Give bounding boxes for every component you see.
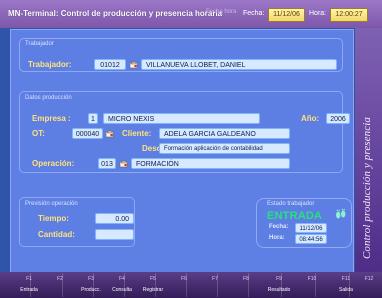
fkey-f9-desc[interactable]: Resultado: [262, 287, 296, 293]
cantidad-field[interactable]: [95, 229, 134, 240]
ot-lookup-icon[interactable]: [105, 129, 115, 139]
cliente-field: ADELA GARCIA GALDEANO: [159, 128, 290, 139]
time-label: Hora:: [309, 10, 327, 17]
fkey-f4[interactable]: F4: [108, 276, 136, 282]
trabajador-group: Trabajador Trabajador: 01012 VILLANUEVA …: [19, 38, 343, 72]
fkey-f1-desc[interactable]: Entrada: [12, 287, 46, 293]
trabajador-group-title: Trabajador: [25, 41, 54, 47]
empresa-code-field[interactable]: 1: [88, 113, 98, 124]
empresa-label: Empresa :: [32, 114, 71, 123]
worker-lookup-icon[interactable]: [129, 60, 139, 70]
estado-trabajador-box: Estado trabajador ENTRADA Fecha: 11/12/0…: [256, 198, 352, 248]
fkey-f3-desc[interactable]: Producc.: [74, 287, 108, 293]
fkey-f5-desc[interactable]: Registrar: [136, 287, 170, 293]
ot-field[interactable]: 000040: [72, 128, 103, 139]
fkey-f5[interactable]: F5: [139, 276, 167, 282]
title-ghost-text: Fecha hora: [206, 9, 237, 15]
worker-name-field: VILLANUEVA LLOBET, DANIEL: [141, 59, 337, 70]
prevision-operacion-title: Previsión operación: [25, 201, 78, 207]
cantidad-label: Cantidad:: [38, 230, 75, 239]
tiempo-field[interactable]: 0.00: [95, 213, 134, 224]
status-time-value: 08:44:56: [295, 234, 327, 244]
side-label: Control producción y presencia: [361, 116, 373, 259]
operacion-lookup-icon[interactable]: [119, 159, 129, 169]
operacion-label: Operación:: [32, 159, 75, 168]
fkey-f9[interactable]: F9: [265, 276, 293, 282]
status-date-value: 11/12/06: [295, 223, 327, 233]
date-label: Fecha:: [243, 10, 265, 17]
worker-code-field[interactable]: 01012: [94, 59, 126, 70]
fkey-f8[interactable]: F8: [232, 276, 260, 282]
fkey-f2[interactable]: F2: [46, 276, 74, 282]
fkey-f1[interactable]: F1: [15, 276, 43, 282]
descrip-field: Formación aplicación de contabilidad: [159, 143, 290, 154]
anio-field[interactable]: 2006: [326, 113, 350, 124]
cliente-label: Cliente:: [122, 129, 152, 138]
function-key-bar: F1 Entrada F2 F3 Producc. F4 Consulta F5…: [0, 272, 382, 298]
fkey-f10[interactable]: F10: [298, 276, 326, 282]
window-title: MN-Terminal: Control de producción y pre…: [8, 9, 223, 18]
fkey-f6[interactable]: F6: [170, 276, 198, 282]
datos-produccion-title: Datos producción: [25, 95, 72, 101]
prevision-operacion-group: Previsión operación Tiempo: 0.00 Cantida…: [19, 197, 135, 247]
title-bar: MN-Terminal: Control de producción y pre…: [0, 0, 382, 28]
fkey-f7[interactable]: F7: [201, 276, 229, 282]
time-value: 12:00:27: [330, 8, 368, 22]
operacion-name-field: FORMACIÓN: [131, 158, 290, 169]
side-panel: Control producción y presencia: [355, 28, 382, 272]
empresa-name-field: MICRO NEXIS: [103, 113, 260, 124]
tiempo-label: Tiempo:: [38, 214, 69, 223]
datos-produccion-group: Datos producción Empresa : 1 MICRO NEXIS…: [19, 91, 350, 173]
footprints-icon: [336, 208, 346, 219]
fkey-f3[interactable]: F3: [77, 276, 105, 282]
worker-status-text: ENTRADA: [267, 210, 323, 222]
status-time-label: Hora:: [269, 235, 285, 241]
operacion-code-field[interactable]: 013: [98, 158, 116, 169]
fkey-f12[interactable]: F12: [355, 276, 382, 282]
anio-label: Año:: [301, 114, 320, 123]
status-date-label: Fecha:: [269, 224, 289, 230]
date-value: 11/12/06: [268, 8, 305, 22]
fkey-f11-desc[interactable]: Salida: [329, 287, 363, 293]
estado-trabajador-title: Estado trabajador: [267, 201, 315, 207]
fkey-f4-desc[interactable]: Consulta: [105, 287, 139, 293]
worker-label: Trabajador:: [28, 60, 72, 69]
ot-label: OT:: [32, 129, 45, 138]
